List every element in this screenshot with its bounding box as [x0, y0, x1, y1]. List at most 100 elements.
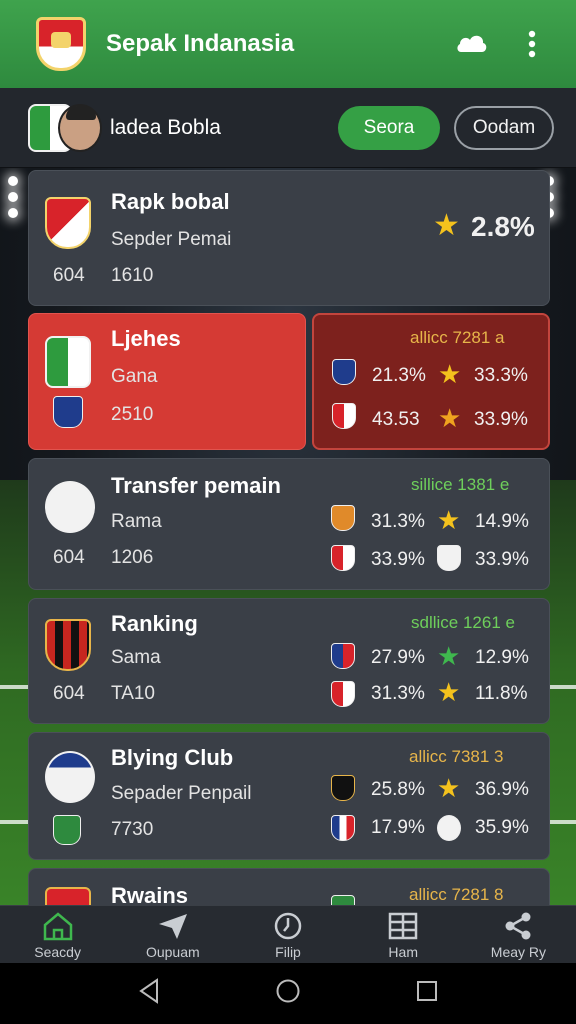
grid-icon	[388, 910, 418, 942]
club-crest-icon	[331, 505, 355, 531]
stat-value: 33.9%	[475, 549, 529, 570]
badge-label: allicc 7281 a	[410, 328, 505, 347]
stat-value: 43.53	[372, 409, 420, 430]
card-value: 1610	[111, 265, 154, 286]
star-icon: ★	[438, 403, 462, 433]
card-subtitle: Gana	[111, 366, 158, 387]
rating-value: 2.8%	[471, 211, 535, 242]
stat-value: 21.3%	[372, 365, 426, 386]
card-ljehes-stats[interactable]: allicc 7281 a 21.3% ★ 33.3% 43.53 ★ 33.9…	[312, 313, 550, 450]
stat-value: 35.9%	[475, 817, 529, 838]
send-icon	[157, 910, 189, 942]
card-rapk-bobal[interactable]: Rapk bobal Sepder Pemai 604 1610 ★ 2.8%	[28, 170, 550, 306]
app-title: Sepak Indanasia	[106, 30, 295, 57]
nav-item-filip[interactable]: Filip	[230, 906, 345, 963]
stat-value: 12.9%	[475, 647, 529, 668]
stat-value: 27.9%	[371, 647, 425, 668]
stat-value: 31.3%	[371, 511, 425, 532]
card-subtitle: Sepader Penpail	[111, 783, 252, 804]
stat-value: 25.8%	[371, 779, 425, 800]
club-crest-icon	[53, 815, 81, 845]
nav-label: Oupuam	[145, 944, 200, 960]
avatar	[58, 103, 102, 152]
club-crest-icon	[331, 643, 355, 669]
card-subtitle: Rama	[111, 511, 162, 532]
nav-item-seacdy[interactable]: Seacdy	[0, 906, 115, 963]
more-options-icon[interactable]	[512, 24, 552, 64]
stat-value: 33.3%	[474, 365, 528, 386]
club-crest-icon	[437, 545, 461, 571]
star-icon: ★	[437, 641, 461, 671]
card-blying-club[interactable]: Blying Club Sepader Penpail 7730 allicc …	[28, 732, 550, 860]
badge-label: sillice 1381 e	[411, 475, 510, 494]
stat-value: 14.9%	[475, 511, 529, 532]
stat-value: 31.3%	[371, 683, 425, 704]
stat-value: 11.8%	[475, 683, 528, 704]
recents-icon[interactable]	[415, 979, 439, 1008]
badge-label: allicc 7381 3	[409, 747, 504, 766]
stat-value: 33.9%	[371, 549, 425, 570]
club-crest-icon	[331, 681, 355, 707]
card-subtitle: Sama	[111, 647, 161, 668]
nav-label: Seacdy	[34, 944, 81, 960]
club-crest-icon	[331, 815, 355, 841]
card-title: Ljehes	[111, 326, 181, 351]
cloud-action-icon[interactable]	[452, 24, 492, 64]
primary-tab-button[interactable]: Seora	[338, 105, 440, 150]
club-crest-icon	[45, 619, 91, 671]
card-value: 1206	[111, 547, 154, 568]
player-photo-icon	[45, 751, 95, 803]
nav-label: Ham	[388, 944, 418, 960]
app-logo	[36, 17, 86, 71]
stat-value: 36.9%	[475, 779, 529, 800]
card-value: TA10	[111, 683, 156, 704]
card-count: 604	[53, 265, 85, 286]
star-icon: ★	[437, 505, 461, 535]
star-icon: ★	[437, 677, 461, 707]
secondary-tab-button[interactable]: Oodam	[454, 105, 554, 150]
card-title: Rapk bobal	[111, 189, 230, 214]
star-icon: ★	[433, 209, 460, 242]
card-title: Transfer pemain	[111, 473, 281, 498]
nav-label: Filip	[275, 944, 301, 960]
stat-value: 17.9%	[371, 817, 425, 838]
back-icon[interactable]	[137, 978, 161, 1009]
card-ljehes[interactable]: Ljehes Gana 2510	[28, 313, 306, 450]
card-title: Ranking	[111, 611, 198, 636]
club-crest-icon	[437, 815, 461, 841]
nav-item-oupuam[interactable]: Oupuam	[115, 906, 230, 963]
card-ranking[interactable]: Ranking Sama 604 TA10 sdllice 1261 e 27.…	[28, 598, 550, 724]
profile-bar: ladea Bobla Seora Oodam	[0, 88, 576, 168]
home-circle-icon[interactable]	[275, 978, 301, 1009]
badge-label: allicc 7281 8	[409, 885, 504, 904]
club-crest-icon	[332, 359, 356, 385]
star-icon: ★	[437, 773, 461, 803]
player-photo-icon	[45, 481, 95, 533]
nav-item-meay-ry[interactable]: Meay Ry	[461, 906, 576, 963]
bottom-navigation: Seacdy Oupuam Filip Ham Meay Ry	[0, 905, 576, 963]
profile-name: ladea Bobla	[110, 115, 221, 139]
club-crest-icon	[45, 197, 91, 249]
club-crest-icon	[53, 396, 83, 428]
card-value: 2510	[111, 404, 154, 425]
avatar-group[interactable]	[28, 100, 102, 156]
system-navigation-bar	[0, 963, 576, 1024]
star-icon: ★	[438, 359, 462, 389]
nav-label: Meay Ry	[490, 944, 547, 960]
app-header: Sepak Indanasia	[0, 0, 576, 88]
clock-icon	[273, 910, 303, 942]
stat-value: 33.9%	[474, 409, 528, 430]
player-photo-icon	[45, 336, 91, 388]
card-count: 604	[53, 683, 85, 704]
card-count: 604	[53, 547, 85, 568]
card-value: 7730	[111, 819, 154, 840]
card-title: Blying Club	[111, 745, 234, 770]
club-crest-icon	[331, 775, 355, 801]
card-subtitle: Sepder Pemai	[111, 229, 232, 250]
card-transfer-pemain[interactable]: Transfer pemain Rama 604 1206 sillice 13…	[28, 458, 550, 590]
club-crest-icon	[332, 403, 356, 429]
share-icon	[503, 910, 533, 942]
home-icon	[42, 910, 74, 942]
nav-item-ham[interactable]: Ham	[346, 906, 461, 963]
club-crest-icon	[331, 545, 355, 571]
